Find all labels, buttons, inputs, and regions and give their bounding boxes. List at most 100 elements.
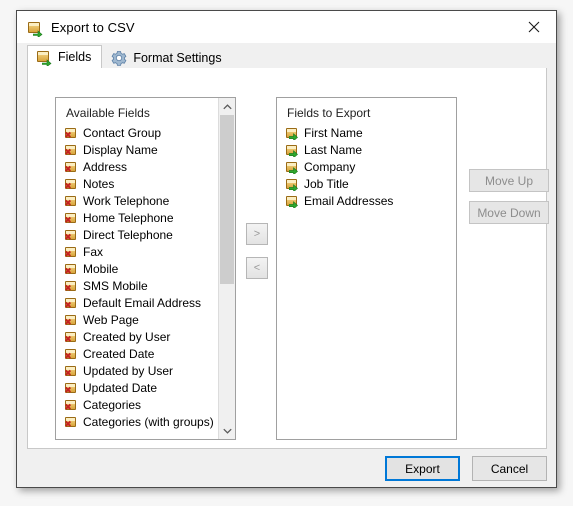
- field-unselected-icon: ✖: [64, 143, 78, 157]
- field-selected-icon: [285, 143, 299, 157]
- list-item-label: First Name: [304, 125, 363, 140]
- window-title: Export to CSV: [51, 19, 135, 35]
- field-unselected-icon: ✖: [64, 347, 78, 361]
- export-box-icon: [36, 49, 52, 66]
- list-item-label: Job Title: [304, 176, 349, 191]
- export-button[interactable]: Export: [385, 456, 460, 481]
- field-unselected-icon: ✖: [64, 381, 78, 395]
- list-item[interactable]: ✖ Work Telephone: [64, 192, 235, 209]
- list-item[interactable]: Company: [285, 158, 456, 175]
- list-item[interactable]: ✖ Mobile: [64, 260, 235, 277]
- list-item-label: Home Telephone: [83, 210, 174, 225]
- scrollbar-thumb[interactable]: [220, 115, 234, 284]
- list-item-label: Work Telephone: [83, 193, 170, 208]
- list-item-label: Direct Telephone: [83, 227, 173, 242]
- available-fields-list[interactable]: ✖ Contact Group ✖ Display Name ✖ Address ✖ Note…: [56, 124, 235, 430]
- close-icon[interactable]: [511, 11, 556, 42]
- dialog-footer: Export Cancel: [17, 449, 556, 487]
- fields-to-export-list[interactable]: First Name Last Name Company Job Title Email…: [277, 124, 456, 209]
- field-unselected-icon: ✖: [64, 296, 78, 310]
- list-item[interactable]: First Name: [285, 124, 456, 141]
- list-item[interactable]: Job Title: [285, 175, 456, 192]
- remove-field-button[interactable]: <: [246, 257, 268, 279]
- list-item-label: Contact Group: [83, 125, 162, 140]
- list-item[interactable]: Email Addresses: [285, 192, 456, 209]
- cancel-button-label: Cancel: [490, 461, 529, 476]
- list-item[interactable]: Last Name: [285, 141, 456, 158]
- field-selected-icon: [285, 126, 299, 140]
- chevron-up-icon[interactable]: [219, 98, 235, 115]
- list-item-label: Address: [83, 159, 128, 174]
- tab-fields-label: Fields: [58, 50, 92, 64]
- list-item[interactable]: ✖ Direct Telephone: [64, 226, 235, 243]
- title-bar: Export to CSV: [17, 11, 556, 43]
- field-unselected-icon: ✖: [64, 364, 78, 378]
- list-item[interactable]: ✖ Default Email Address: [64, 294, 235, 311]
- available-fields-caption: Available Fields: [66, 106, 150, 120]
- chevron-down-icon[interactable]: [219, 422, 235, 439]
- field-unselected-icon: ✖: [64, 262, 78, 276]
- add-field-label: >: [253, 228, 261, 240]
- list-item-label: Web Page: [83, 312, 139, 327]
- tab-strip: Fields Format Settings: [27, 43, 546, 69]
- field-unselected-icon: ✖: [64, 160, 78, 174]
- tab-format-settings[interactable]: Format Settings: [102, 45, 233, 69]
- list-item-label: Created by User: [83, 329, 171, 344]
- list-item-label: Created Date: [83, 346, 155, 361]
- field-unselected-icon: ✖: [64, 245, 78, 259]
- remove-field-label: <: [253, 262, 261, 274]
- export-button-label: Export: [405, 461, 440, 476]
- cancel-button[interactable]: Cancel: [472, 456, 547, 481]
- field-unselected-icon: ✖: [64, 194, 78, 208]
- list-item-label: Company: [304, 159, 356, 174]
- list-item-label: Updated by User: [83, 363, 174, 378]
- list-item[interactable]: ✖ Updated by User: [64, 362, 235, 379]
- field-selected-icon: [285, 160, 299, 174]
- fields-to-export-caption: Fields to Export: [287, 106, 371, 120]
- list-item[interactable]: ✖ Web Page: [64, 311, 235, 328]
- list-item-label: Display Name: [83, 142, 158, 157]
- list-item-label: Default Email Address: [83, 295, 202, 310]
- available-fields-scrollbar[interactable]: [218, 98, 235, 439]
- list-item-label: Email Addresses: [304, 193, 394, 208]
- export-to-csv-dialog: Export to CSV Fields Format Settings Ava…: [16, 10, 557, 488]
- list-item[interactable]: ✖ Contact Group: [64, 124, 235, 141]
- list-item[interactable]: ✖ Display Name: [64, 141, 235, 158]
- tab-panel-fields: Available Fields ✖ Contact Group ✖ Display …: [27, 68, 549, 449]
- list-item[interactable]: ✖ Categories (with groups): [64, 413, 235, 430]
- field-unselected-icon: ✖: [64, 126, 78, 140]
- available-fields-panel: Available Fields ✖ Contact Group ✖ Display …: [55, 97, 236, 440]
- list-item-label: Notes: [83, 176, 115, 191]
- list-item[interactable]: ✖ Notes: [64, 175, 235, 192]
- list-item[interactable]: ✖ SMS Mobile: [64, 277, 235, 294]
- list-item[interactable]: ✖ Fax: [64, 243, 235, 260]
- field-selected-icon: [285, 177, 299, 191]
- move-down-button[interactable]: Move Down: [469, 201, 549, 224]
- move-down-label: Move Down: [477, 205, 541, 220]
- list-item[interactable]: ✖ Updated Date: [64, 379, 235, 396]
- field-unselected-icon: ✖: [64, 398, 78, 412]
- add-field-button[interactable]: >: [246, 223, 268, 245]
- list-item[interactable]: ✖ Categories: [64, 396, 235, 413]
- list-item-label: Categories (with groups): [83, 414, 214, 429]
- gear-icon: [111, 50, 127, 66]
- list-item[interactable]: ✖ Created Date: [64, 345, 235, 362]
- tab-fields[interactable]: Fields: [27, 45, 103, 69]
- fields-to-export-panel: Fields to Export First Name Last Name Comp…: [276, 97, 457, 440]
- field-unselected-icon: ✖: [64, 177, 78, 191]
- field-unselected-icon: ✖: [64, 330, 78, 344]
- list-item-label: SMS Mobile: [83, 278, 148, 293]
- list-item-label: Last Name: [304, 142, 363, 157]
- list-item-label: Categories: [83, 397, 142, 412]
- list-item-label: Updated Date: [83, 380, 158, 395]
- field-unselected-icon: ✖: [64, 415, 78, 429]
- list-item[interactable]: ✖ Home Telephone: [64, 209, 235, 226]
- field-selected-icon: [285, 194, 299, 208]
- move-up-button[interactable]: Move Up: [469, 169, 549, 192]
- list-item-label: Mobile: [83, 261, 119, 276]
- move-up-label: Move Up: [484, 173, 534, 188]
- list-item[interactable]: ✖ Address: [64, 158, 235, 175]
- export-box-icon: [26, 19, 43, 37]
- field-unselected-icon: ✖: [64, 279, 78, 293]
- list-item[interactable]: ✖ Created by User: [64, 328, 235, 345]
